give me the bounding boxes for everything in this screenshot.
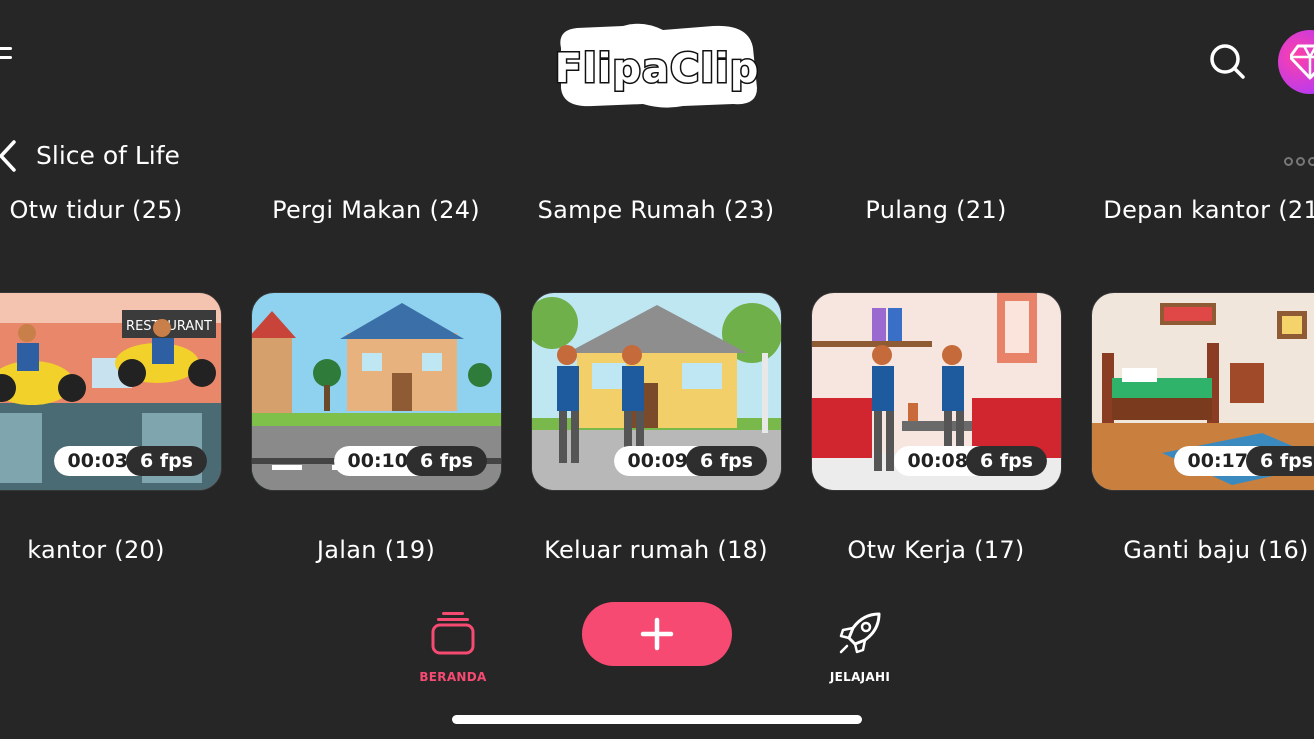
project-thumbnail[interactable]: 00:10 6 fps (252, 293, 501, 490)
duration-badge: 00:03 6 fps (53, 446, 207, 476)
project-title[interactable]: Keluar rumah (18) (544, 536, 768, 564)
project-title[interactable]: Pulang (21) (865, 196, 1006, 224)
project-title[interactable]: Depan kantor (21) (1103, 196, 1314, 224)
fps-text: 6 fps (965, 446, 1047, 476)
nav-home[interactable]: BERANDA (403, 610, 503, 684)
project-title[interactable]: Jalan (19) (317, 536, 435, 564)
hamburger-menu-icon[interactable] (0, 47, 12, 69)
folder-title: Slice of Life (36, 141, 180, 170)
project-title[interactable]: kantor (20) (27, 536, 165, 564)
nav-explore-label: JELAJAHI (829, 670, 891, 684)
nav-home-label: BERANDA (419, 670, 487, 684)
project-title[interactable]: Pergi Makan (24) (272, 196, 480, 224)
flipaclip-logo: FlipaClip (553, 18, 763, 110)
project-title[interactable]: Otw Kerja (17) (847, 536, 1024, 564)
fps-text: 6 fps (1245, 446, 1314, 476)
home-indicator (452, 715, 862, 724)
logo-text: FlipaClip (555, 46, 760, 92)
stack-icon (431, 612, 475, 655)
project-thumbnail[interactable]: 00:09 6 fps (532, 293, 781, 490)
duration-badge: 00:10 6 fps (333, 446, 487, 476)
search-icon[interactable] (1208, 42, 1246, 80)
plus-icon (640, 617, 674, 651)
back-chevron-icon[interactable] (0, 140, 18, 172)
premium-button[interactable] (1278, 30, 1314, 94)
fps-text: 6 fps (405, 446, 487, 476)
duration-badge: 00:17 6 fps (1173, 446, 1314, 476)
project-title[interactable]: Ganti baju (16) (1123, 536, 1308, 564)
project-title[interactable]: Sampe Rumah (23) (538, 196, 775, 224)
project-title[interactable]: Otw tidur (25) (9, 196, 182, 224)
add-project-button[interactable] (582, 602, 732, 666)
rocket-icon (839, 612, 881, 654)
duration-badge: 00:08 6 fps (893, 446, 1047, 476)
project-thumbnail[interactable]: 00:08 6 fps (812, 293, 1061, 490)
duration-badge: 00:09 6 fps (613, 446, 767, 476)
fps-text: 6 fps (125, 446, 207, 476)
project-thumbnail[interactable]: 00:17 6 fps (1092, 293, 1314, 490)
project-thumbnail[interactable]: RESTAURANT 00:03 6 fps (0, 293, 221, 490)
fps-text: 6 fps (685, 446, 767, 476)
diamond-icon (1290, 44, 1314, 80)
more-dots-icon[interactable] (1284, 151, 1314, 166)
nav-explore[interactable]: JELAJAHI (810, 610, 910, 684)
app-window: FlipaClip Slice of Life Otw tidur (25) P… (0, 0, 1314, 739)
